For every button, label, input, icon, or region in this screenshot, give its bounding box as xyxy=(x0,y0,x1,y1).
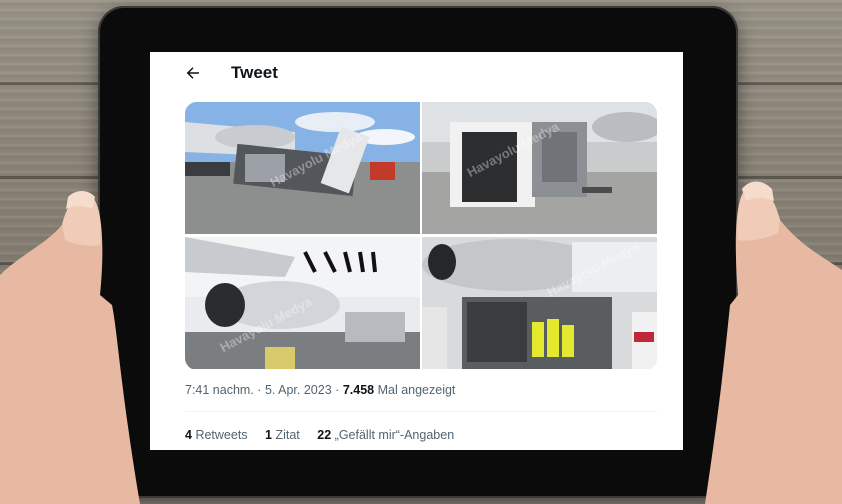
retweets-count: 4 xyxy=(185,428,192,442)
media-image-2[interactable]: Havayolu Medya xyxy=(422,102,657,234)
likes-label: „Gefällt mir“-Angaben xyxy=(334,428,455,442)
likes-stat[interactable]: 22 „Gefällt mir“-Angaben xyxy=(317,428,454,442)
arrow-left-icon[interactable] xyxy=(184,64,202,82)
quotes-label: Zitat xyxy=(275,428,300,442)
tweet-time[interactable]: 7:41 nachm. xyxy=(185,383,254,397)
tweet-screen: Tweet Havayolu Medya Havayolu Medya Hava… xyxy=(150,52,683,450)
tweet-timestamp-views: 7:41 nachm. · 5. Apr. 2023 · 7.458 Mal a… xyxy=(185,383,455,397)
views-count: 7.458 xyxy=(342,383,375,397)
meta-separator: · xyxy=(335,383,340,397)
quotes-stat[interactable]: 1 Zitat xyxy=(265,428,303,442)
retweets-label: Retweets xyxy=(195,428,248,442)
page-title: Tweet xyxy=(231,63,278,82)
views-label: Mal angezeigt xyxy=(377,383,456,397)
divider xyxy=(185,411,657,412)
meta-separator: · xyxy=(257,383,262,397)
tweet-header: Tweet xyxy=(150,52,683,96)
tweet-stats: 4 Retweets 1 Zitat 22 „Gefällt mir“-Anga… xyxy=(185,428,468,442)
media-image-3[interactable]: Havayolu Medya xyxy=(185,237,420,369)
likes-count: 22 xyxy=(317,428,332,442)
left-hand xyxy=(0,191,140,504)
retweets-stat[interactable]: 4 Retweets xyxy=(185,428,251,442)
media-image-4[interactable]: Havayolu Medya xyxy=(422,237,657,369)
media-image-1[interactable]: Havayolu Medya xyxy=(185,102,420,234)
tweet-date[interactable]: 5. Apr. 2023 xyxy=(265,383,332,397)
quotes-count: 1 xyxy=(265,428,272,442)
right-hand xyxy=(705,181,842,504)
tweet-media-grid: Havayolu Medya Havayolu Medya Havayolu M… xyxy=(185,102,657,370)
